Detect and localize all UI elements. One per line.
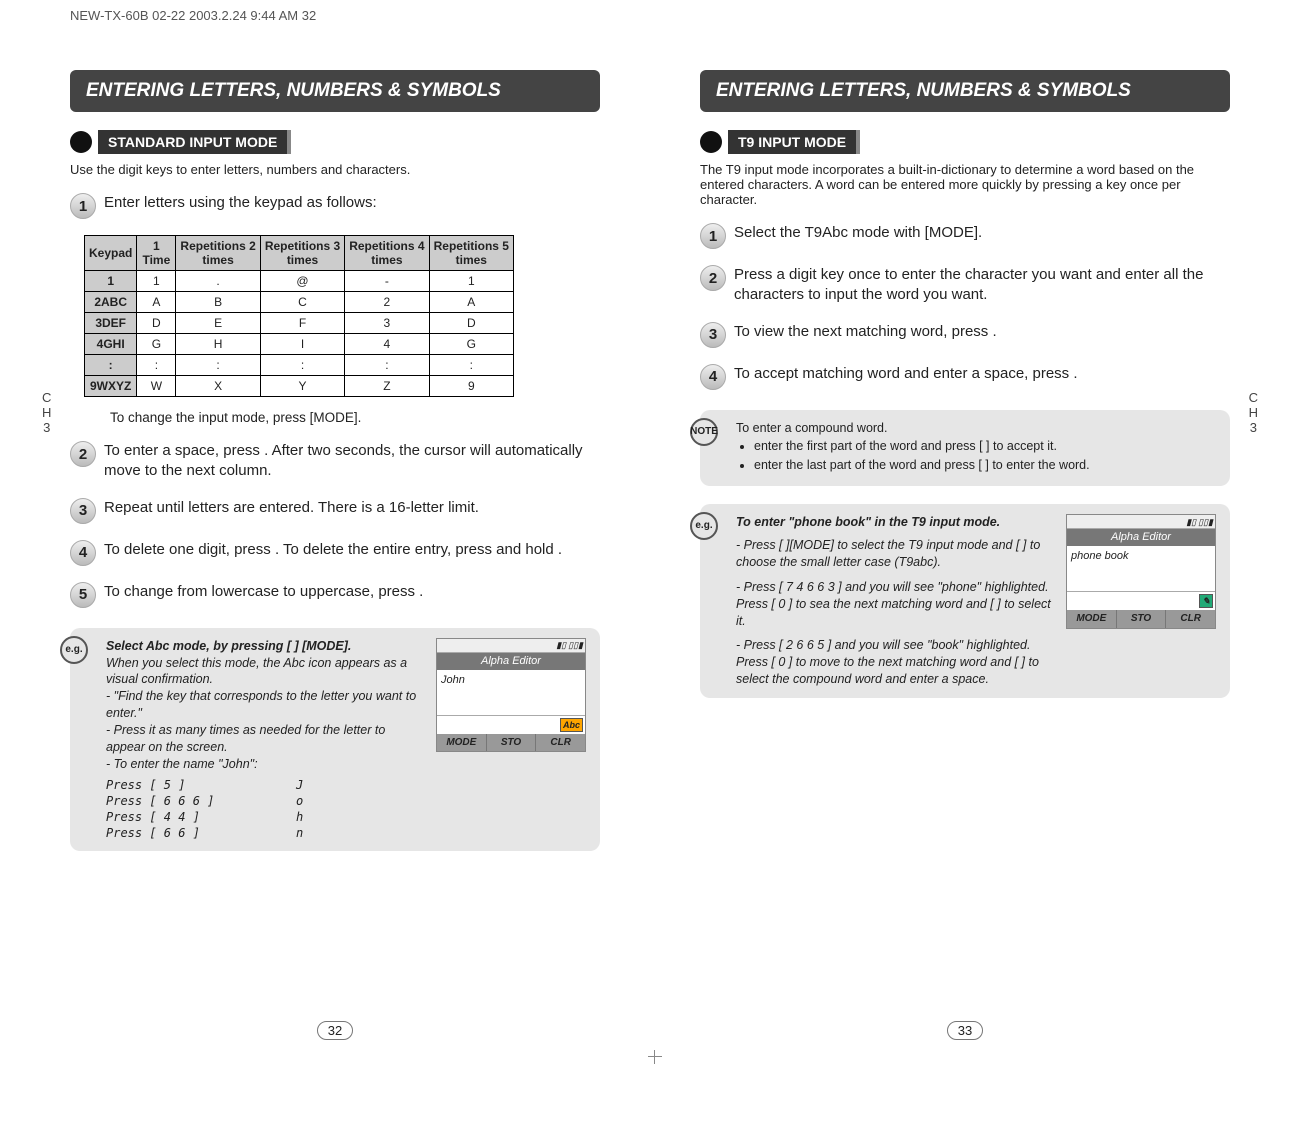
eg2-p2: - Press [ 7 4 6 6 3 ] and you will see "… xyxy=(736,579,1056,630)
phone-title: Alpha Editor xyxy=(437,653,585,670)
compound-b1: enter the first part of the word and pre… xyxy=(754,438,1216,455)
softkey-mode[interactable]: MODE xyxy=(1067,610,1117,628)
bullet-icon xyxy=(700,131,722,153)
phone-mode-indicator: ✎ xyxy=(1067,592,1215,610)
chapter-tab-c: C xyxy=(42,390,51,405)
t9-intro: The T9 input mode incorporates a built-i… xyxy=(700,162,1230,207)
chapter-tab-h: H xyxy=(42,405,51,420)
battery-icon: ▯▯▮ xyxy=(1198,516,1213,528)
softkey-sto[interactable]: STO xyxy=(1117,610,1167,628)
crop-mark-icon xyxy=(648,1050,662,1064)
phone-body: John xyxy=(437,670,585,716)
eg-tag: e.g. xyxy=(60,636,88,664)
phone-status-bar: ▮▯ ▯▯▮ xyxy=(437,639,585,653)
signal-icon: ▮▯ xyxy=(1186,516,1196,528)
t9-step-3-text: To view the next matching word, press . xyxy=(734,322,1230,342)
t9-indicator-icon: ✎ xyxy=(1199,594,1213,608)
eg2-p3: - Press [ 2 6 6 5 ] and you will see "bo… xyxy=(736,637,1056,688)
phone-softkeys: MODE STO CLR xyxy=(437,734,585,752)
page-spread: C H 3 ENTERING LETTERS, NUMBERS & SYMBOL… xyxy=(70,70,1230,1040)
signal-icon: ▮▯ xyxy=(556,639,566,651)
step-3-text: Repeat until letters are entered. There … xyxy=(104,498,600,518)
step-4-num: 4 xyxy=(70,540,96,566)
step-4-text: To delete one digit, press . To delete t… xyxy=(104,540,600,560)
eg2-title: To enter "phone book" in the T9 input mo… xyxy=(736,514,1056,531)
phone-status-bar: ▮▯ ▯▯▮ xyxy=(1067,515,1215,529)
step-3-num: 3 xyxy=(70,498,96,524)
change-mode-note: To change the input mode, press [MODE]. xyxy=(110,409,600,427)
t9-step-1-text: Select the T9Abc mode with [MODE]. xyxy=(734,223,1230,243)
table-row: 4GHIGHI4G xyxy=(85,334,514,355)
example-block-left: e.g. Select Abc mode, by pressing [ ] [M… xyxy=(70,628,600,852)
standard-intro: Use the digit keys to enter letters, num… xyxy=(70,162,600,177)
battery-icon: ▯▯▮ xyxy=(568,639,583,651)
example-block-right: e.g. To enter "phone book" in the T9 inp… xyxy=(700,504,1230,698)
t9-step-2-text: Press a digit key once to enter the char… xyxy=(734,265,1230,306)
chapter-tab-num: 3 xyxy=(43,420,50,435)
table-row: :::::: xyxy=(85,355,514,376)
eg-l1: When you select this mode, the Abc icon … xyxy=(106,655,426,689)
eg-l2: - "Find the key that corresponds to the … xyxy=(106,688,426,722)
step-2-num: 2 xyxy=(70,441,96,467)
th-keypad: Keypad xyxy=(85,236,137,271)
step-5-text: To change from lowercase to uppercase, p… xyxy=(104,582,600,602)
table-row: 9WXYZWXYZ9 xyxy=(85,376,514,397)
banner-right: ENTERING LETTERS, NUMBERS & SYMBOLS xyxy=(700,70,1230,112)
t9-step-3-num: 3 xyxy=(700,322,726,348)
page-number-right: 33 xyxy=(947,1021,983,1040)
phone-body: phone book xyxy=(1067,546,1215,592)
step-1-num: 1 xyxy=(70,193,96,219)
th-rep3: Repetitions 3 times xyxy=(260,236,344,271)
keypad-table: Keypad 1 Time Repetitions 2 times Repeti… xyxy=(84,235,514,397)
eg-title: Select Abc mode, by pressing [ ] [MODE]. xyxy=(106,638,426,655)
compound-note-block: NOTE To enter a compound word. enter the… xyxy=(700,410,1230,487)
th-rep2: Repetitions 2 times xyxy=(176,236,260,271)
chapter-tab-h: H xyxy=(1249,405,1258,420)
bullet-icon xyxy=(70,131,92,153)
t9-step-4-num: 4 xyxy=(700,364,726,390)
page-number-left: 32 xyxy=(317,1021,353,1040)
page-right: C H 3 ENTERING LETTERS, NUMBERS & SYMBOL… xyxy=(700,70,1230,1040)
th-rep4: Repetitions 4 times xyxy=(345,236,429,271)
table-row: 2ABCABC2A xyxy=(85,292,514,313)
t9-step-4-text: To accept matching word and enter a spac… xyxy=(734,364,1230,384)
phone-screen-left: ▮▯ ▯▯▮ Alpha Editor John Abc MODE STO CL… xyxy=(436,638,586,752)
step-1-text: Enter letters using the keypad as follow… xyxy=(104,193,600,213)
eg-tag: e.g. xyxy=(690,512,718,540)
chapter-tab-left: C H 3 xyxy=(42,390,51,435)
compound-b2: enter the last part of the word and pres… xyxy=(754,457,1216,474)
doc-header: NEW-TX-60B 02-22 2003.2.24 9:44 AM 32 xyxy=(70,8,316,23)
banner-left: ENTERING LETTERS, NUMBERS & SYMBOLS xyxy=(70,70,600,112)
phone-softkeys: MODE STO CLR xyxy=(1067,610,1215,628)
softkey-clr[interactable]: CLR xyxy=(536,734,585,752)
chapter-tab-right: C H 3 xyxy=(1249,390,1258,435)
eg-l4: - To enter the name "John": xyxy=(106,756,426,773)
phone-screen-right: ▮▯ ▯▯▮ Alpha Editor phone book ✎ MODE ST… xyxy=(1066,514,1216,628)
chapter-tab-c: C xyxy=(1249,390,1258,405)
phone-mode-indicator: Abc xyxy=(437,716,585,734)
softkey-mode[interactable]: MODE xyxy=(437,734,487,752)
t9-step-1-num: 1 xyxy=(700,223,726,249)
eg2-p1: - Press [ ][MODE] to select the T9 input… xyxy=(736,537,1056,571)
eg-keymap: Press [ 5 ]J Press [ 6 6 6 ]o Press [ 4 … xyxy=(106,777,426,842)
th-rep5: Repetitions 5 times xyxy=(429,236,513,271)
eg-l3: - Press it as many times as needed for t… xyxy=(106,722,426,756)
chapter-tab-num: 3 xyxy=(1250,420,1257,435)
t9-step-2-num: 2 xyxy=(700,265,726,291)
compound-title: To enter a compound word. xyxy=(736,420,1216,437)
phone-title: Alpha Editor xyxy=(1067,529,1215,546)
mode-title-standard: STANDARD INPUT MODE xyxy=(98,130,291,154)
softkey-clr[interactable]: CLR xyxy=(1166,610,1215,628)
page-left: C H 3 ENTERING LETTERS, NUMBERS & SYMBOL… xyxy=(70,70,600,1040)
step-5-num: 5 xyxy=(70,582,96,608)
th-1time: 1 Time xyxy=(137,236,176,271)
table-row: 3DEFDEF3D xyxy=(85,313,514,334)
table-row: 11.@-1 xyxy=(85,271,514,292)
mode-title-t9: T9 INPUT MODE xyxy=(728,130,860,154)
step-2-text: To enter a space, press . After two seco… xyxy=(104,441,600,482)
softkey-sto[interactable]: STO xyxy=(487,734,537,752)
note-tag: NOTE xyxy=(690,418,718,446)
